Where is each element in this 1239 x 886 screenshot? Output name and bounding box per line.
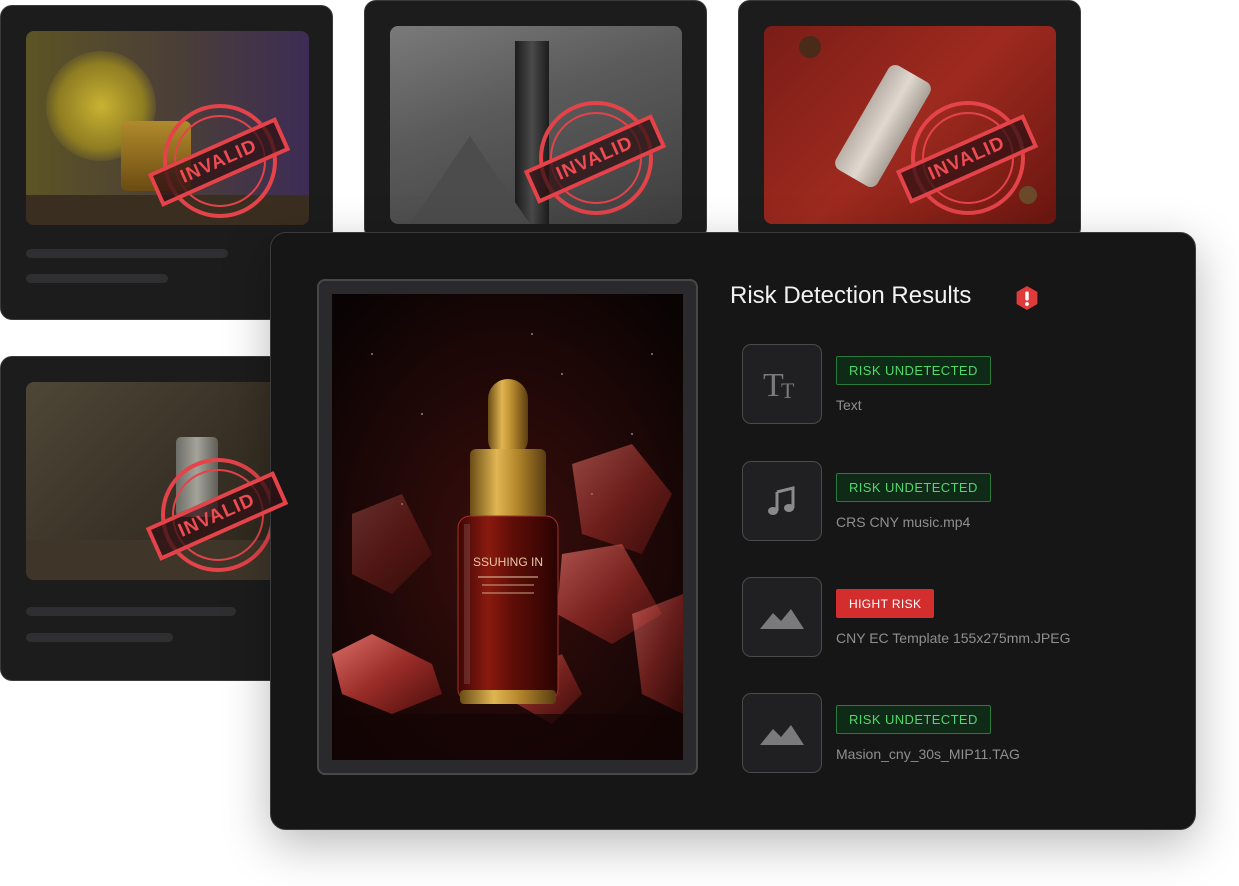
status-badge: HIGHT RISK xyxy=(836,589,935,618)
result-row-video[interactable]: RISK UNDETECTED Masion_cny_30s_MIP11.TAG xyxy=(742,693,1172,773)
asset-name: Text xyxy=(836,397,862,413)
asset-name: CNY EC Template 155x275mm.JPEG xyxy=(836,630,1071,646)
image-icon xyxy=(742,693,822,773)
asset-name: Masion_cny_30s_MIP11.TAG xyxy=(836,746,1020,762)
bottle-label: SSUHING IN xyxy=(473,555,543,569)
invalid-stamp: INVALID xyxy=(523,101,667,215)
placeholder-line xyxy=(26,607,236,616)
result-row-audio[interactable]: RISK UNDETECTED CRS CNY music.mp4 xyxy=(742,461,1172,541)
alert-hexagon-icon xyxy=(1016,286,1038,310)
asset-name: CRS CNY music.mp4 xyxy=(836,514,971,530)
risk-detection-panel: SSUHING IN Risk Detection Results T T RI… xyxy=(270,232,1196,830)
product-preview-image: SSUHING IN xyxy=(332,294,683,760)
result-row-text[interactable]: T T RISK UNDETECTED Text xyxy=(742,344,1172,424)
asset-card-2[interactable]: INVALID xyxy=(364,0,707,240)
status-badge: RISK UNDETECTED xyxy=(836,705,991,734)
status-badge: RISK UNDETECTED xyxy=(836,356,991,385)
status-badge: RISK UNDETECTED xyxy=(836,473,991,502)
panel-title: Risk Detection Results xyxy=(730,282,972,309)
svg-text:T: T xyxy=(781,378,795,402)
placeholder-line xyxy=(26,249,228,258)
placeholder-line xyxy=(26,274,168,283)
placeholder-line xyxy=(26,633,173,642)
result-row-image[interactable]: HIGHT RISK CNY EC Template 155x275mm.JPE… xyxy=(742,577,1172,657)
preview-frame: SSUHING IN xyxy=(317,279,698,775)
image-icon xyxy=(742,577,822,657)
serum-bottle-illustration: SSUHING IN xyxy=(332,294,683,760)
music-note-icon xyxy=(742,461,822,541)
invalid-stamp: INVALID xyxy=(147,104,291,218)
invalid-stamp: INVALID xyxy=(895,101,1039,215)
asset-card-3[interactable]: INVALID xyxy=(738,0,1081,240)
invalid-stamp: INVALID xyxy=(145,458,289,572)
text-type-icon: T T xyxy=(742,344,822,424)
